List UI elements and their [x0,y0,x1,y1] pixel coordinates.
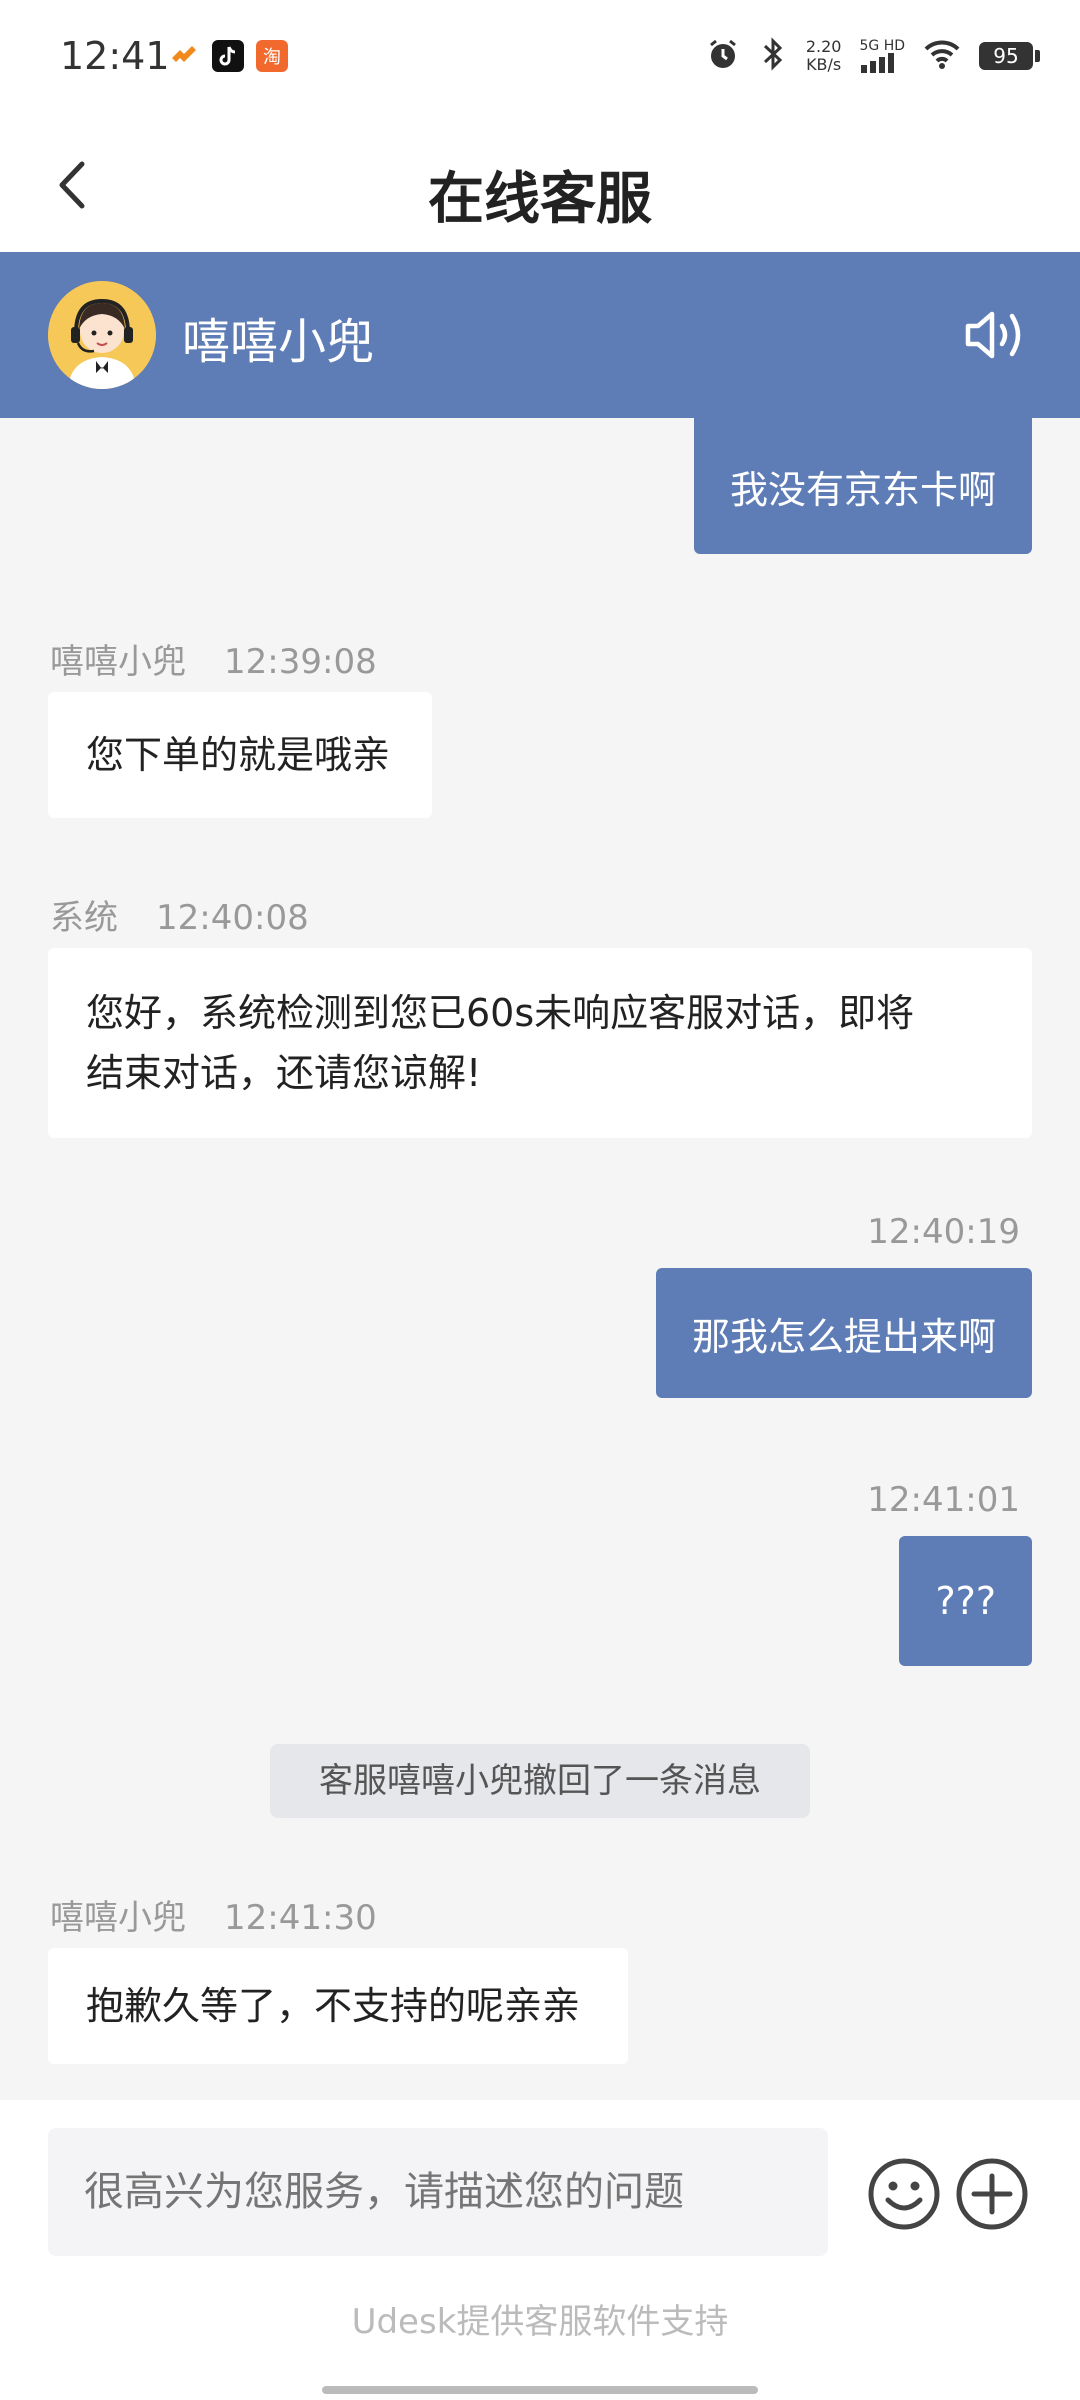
net-speed: 2.20 KB/s [805,37,842,74]
recall-notice: 客服嘻嘻小兜撤回了一条消息 [270,1744,810,1818]
message-text: 我没有京东卡啊 [729,467,996,512]
message-time: 12:41:30 [224,1898,377,1938]
input-bar: Udesk提供客服软件支持 [0,2100,1080,2400]
emoji-icon[interactable] [866,2156,942,2232]
message-bubble-incoming[interactable]: 您下单的就是哦亲 [48,692,432,818]
taobao-icon: 淘 [256,40,288,72]
message-meta: 嘻嘻小兜 12:39:08 [50,634,377,683]
speaker-icon[interactable] [962,302,1032,368]
agent-header: 嘻嘻小兜 [0,252,1080,418]
swoosh-app-icon [168,40,200,72]
battery-icon: 95 [979,42,1040,70]
message-bubble-outgoing[interactable]: 那我怎么提出来啊 [655,1268,1032,1398]
sender-name: 嘻嘻小兜 [50,642,186,682]
tiktok-icon [212,40,244,72]
message-list[interactable]: 我没有京东卡啊 嘻嘻小兜 12:39:08 您下单的就是哦亲 系统 12:40:08… [0,418,1080,2100]
agent-name: 嘻嘻小兜 [182,314,375,370]
status-icons: 2.20 KB/s 5G HD 95 [706,36,1040,76]
message-bubble-outgoing[interactable]: ??? [899,1536,1032,1666]
message-meta: 嘻嘻小兜 12:41:30 [50,1890,377,1939]
message-meta: 系统 12:40:08 [50,890,309,939]
message-text-line2: 结束对话，还请您谅解! [86,1051,482,1095]
bluetooth-icon [758,36,788,76]
message-text: ??? [935,1579,996,1623]
plus-icon[interactable] [954,2156,1030,2232]
page-title: 在线客服 [428,167,652,232]
message-input[interactable] [48,2128,828,2256]
svg-text:淘: 淘 [263,47,281,68]
sender-name: 嘻嘻小兜 [50,1898,186,1938]
message-text: 那我怎么提出来啊 [691,1314,996,1359]
message-time: 12:41:01 [867,1480,1020,1520]
message-text: 抱歉久等了，不支持的呢亲亲 [86,1984,581,2028]
message-bubble-system[interactable]: 您好，系统检测到您已60s未响应客服对话，即将 结束对话，还请您谅解! [48,948,1032,1138]
powered-by-text: Udesk提供客服软件支持 [351,2302,729,2342]
message-time: 12:40:08 [156,898,309,938]
message-text: 您下单的就是哦亲 [86,733,391,777]
signal-icon: 5G HD [859,39,905,73]
alarm-icon [706,37,740,75]
sender-name: 系统 [50,898,118,938]
message-bubble-outgoing[interactable]: 我没有京东卡啊 [693,418,1032,554]
message-text-line1: 您好，系统检测到您已60s未响应客服对话，即将 [86,991,915,1035]
home-indicator[interactable] [322,2386,758,2394]
message-time: 12:40:19 [867,1212,1020,1252]
message-bubble-incoming[interactable]: 抱歉久等了，不支持的呢亲亲 [48,1948,628,2064]
wifi-icon [923,38,961,74]
status-bar: 12:41 淘 2.20 KB/s 5G HD 95 [0,0,1080,118]
status-time: 12:41 [60,34,170,78]
agent-avatar [48,281,156,389]
title-bar: 在线客服 [0,118,1080,252]
message-time: 12:39:08 [224,642,377,682]
